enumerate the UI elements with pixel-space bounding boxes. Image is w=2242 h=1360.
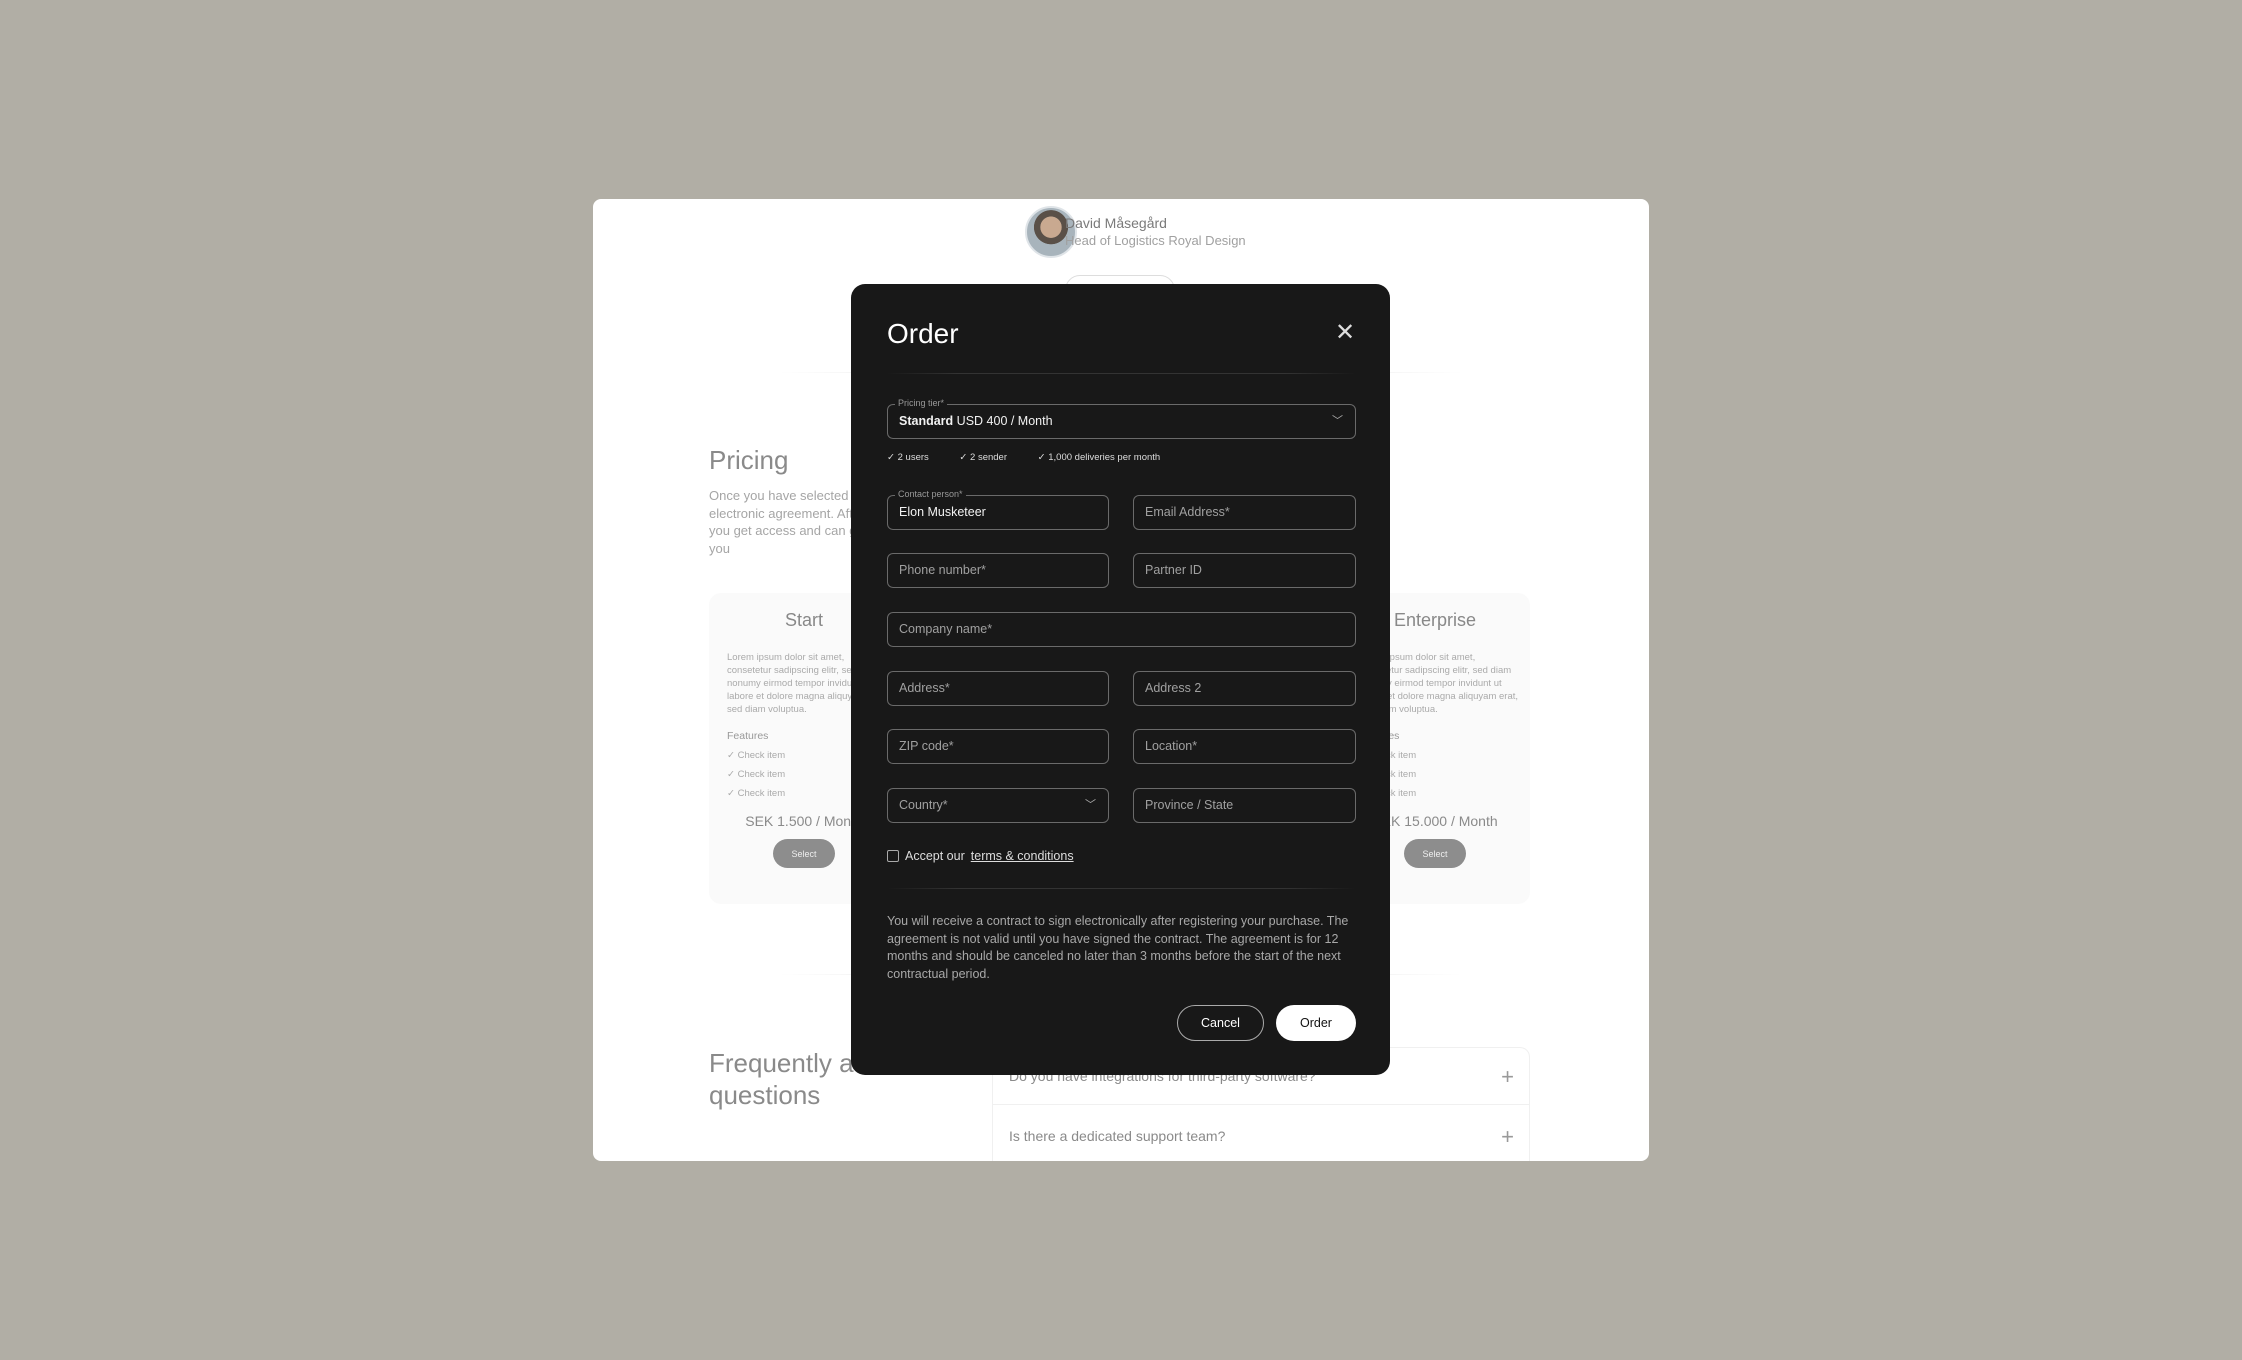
partner-id-input[interactable]: Partner ID — [1133, 553, 1356, 588]
select-enterprise-button[interactable]: Select — [1404, 839, 1466, 868]
profile-title: Head of Logistics Royal Design — [1065, 233, 1246, 248]
address-input[interactable]: Address* — [887, 671, 1109, 706]
pricing-tier-select[interactable]: Pricing tier* Standard USD 400 / Month ﹀ — [887, 397, 1356, 439]
zip-input[interactable]: ZIP code* — [887, 729, 1109, 764]
tier-features: ✓ 2 users ✓ 2 sender ✓ 1,000 deliveries … — [887, 452, 1188, 463]
location-input[interactable]: Location* — [1133, 729, 1356, 764]
tier-name: Standard — [899, 414, 954, 428]
pricing-tier-label: Pricing tier* — [895, 397, 948, 409]
accept-label: Accept our — [905, 849, 965, 863]
contact-person-input[interactable]: Contact person* Elon Musketeer — [887, 488, 1109, 530]
order-modal: Order ✕ Pricing tier* Standard USD 400 /… — [851, 284, 1390, 1075]
address2-input[interactable]: Address 2 — [1133, 671, 1356, 706]
company-name-input[interactable]: Company name* — [887, 612, 1356, 647]
country-select[interactable]: Country* ﹀ — [887, 788, 1109, 823]
email-input[interactable]: Email Address* — [1133, 495, 1356, 530]
plus-icon[interactable]: + — [1501, 1064, 1514, 1090]
phone-input[interactable]: Phone number* — [887, 553, 1109, 588]
chevron-down-icon: ﹀ — [1332, 415, 1343, 427]
tier-feature: ✓ 1,000 deliveries per month — [1037, 452, 1161, 463]
profile-name: David Måsegård — [1065, 215, 1167, 231]
modal-title: Order — [887, 318, 959, 349]
contact-person-label: Contact person* — [895, 488, 966, 500]
close-icon[interactable]: ✕ — [1335, 318, 1355, 347]
faq-item[interactable]: Is there a dedicated support team? + — [1009, 1124, 1514, 1149]
terms-link[interactable]: terms & conditions — [971, 849, 1074, 863]
accept-terms: Accept our terms & conditions — [887, 849, 1074, 863]
divider — [887, 888, 1356, 889]
select-start-button[interactable]: Select — [773, 839, 835, 868]
chevron-down-icon: ﹀ — [1085, 799, 1096, 811]
divider — [993, 1104, 1529, 1105]
tier-feature: ✓ 2 sender — [959, 452, 1007, 463]
cancel-button[interactable]: Cancel — [1177, 1005, 1264, 1041]
plus-icon[interactable]: + — [1501, 1124, 1514, 1150]
terms-checkbox[interactable] — [887, 850, 899, 862]
divider — [887, 373, 1356, 374]
pricing-heading: Pricing — [709, 445, 789, 475]
province-input[interactable]: Province / State — [1133, 788, 1356, 823]
contract-note: You will receive a contract to sign elec… — [887, 914, 1349, 981]
order-button[interactable]: Order — [1276, 1005, 1356, 1041]
tier-price: USD 400 / Month — [956, 414, 1053, 428]
tier-feature: ✓ 2 users — [887, 452, 929, 463]
avatar — [1025, 206, 1077, 258]
